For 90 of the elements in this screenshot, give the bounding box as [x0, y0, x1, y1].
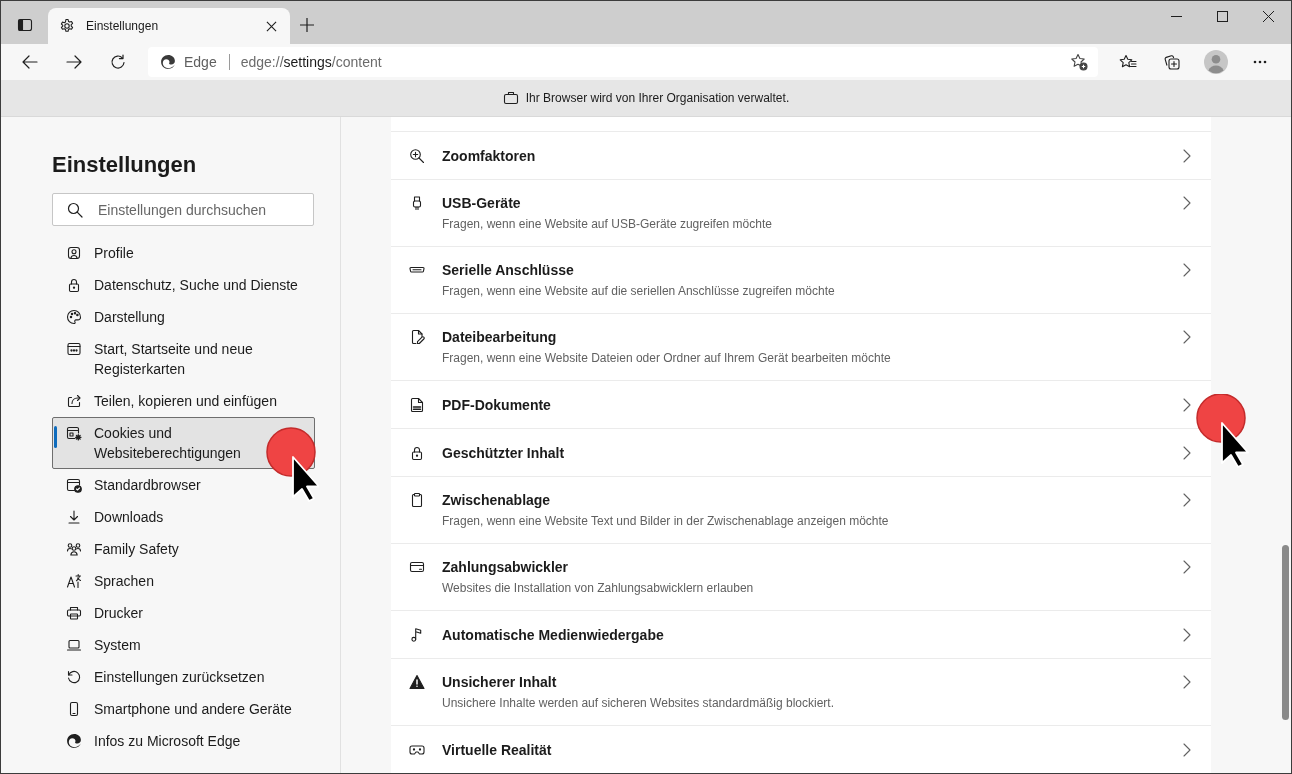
setting-title[interactable]: Dateibearbeitung: [442, 327, 1183, 347]
sidebar-item[interactable]: Einstellungen zurücksetzen: [52, 661, 315, 693]
sidebar-item[interactable]: Infos zu Microsoft Edge: [52, 725, 315, 757]
warning-icon: [409, 674, 425, 690]
star-plus-icon[interactable]: [1070, 53, 1088, 71]
refresh-icon: [110, 54, 126, 70]
edge-logo-icon: [66, 733, 82, 749]
vr-headset-icon: [409, 742, 425, 758]
setting-title[interactable]: USB-Geräte: [442, 193, 1183, 213]
close-tab-icon[interactable]: [266, 20, 277, 32]
maximize-icon: [1216, 11, 1228, 22]
chevron-right-icon[interactable]: [1183, 560, 1191, 574]
sidebar-item[interactable]: Profile: [52, 237, 315, 269]
setting-title[interactable]: Zoomfaktoren: [442, 146, 1183, 166]
more-icon: [1253, 60, 1267, 64]
setting-description: Websites die Installation von Zahlungsabwicklern erlauben: [442, 580, 755, 597]
sidebar-item[interactable]: Datenschutz, Suche und Dienste: [52, 269, 315, 301]
profile-icon: [66, 245, 82, 261]
credit-card-icon: [409, 559, 425, 575]
collections-icon: [1163, 53, 1181, 71]
search-field[interactable]: Einstellungen durchsuchen: [52, 193, 314, 226]
setting-title[interactable]: Serielle Anschlüsse: [442, 260, 1183, 280]
settings-icon: [59, 18, 75, 34]
chevron-right-icon[interactable]: [1183, 196, 1191, 210]
selection-indicator: [54, 426, 57, 448]
window-check-icon: [66, 477, 82, 493]
click-cursor-icon: [265, 426, 319, 502]
sidebar-item[interactable]: Family Safety: [52, 533, 315, 565]
setting-title[interactable]: PDF-Dokumente: [442, 395, 1183, 415]
laptop-icon: [66, 637, 82, 653]
setting-description: Unsichere Inhalte werden auf sicheren Websites standardmäßig blockiert.: [442, 695, 835, 712]
setting-description: Fragen, wenn eine Website Dateien oder Ordner auf Ihrem Gerät bearbeiten möchte: [442, 350, 892, 367]
palette-icon: [66, 309, 82, 325]
close-icon: [1262, 11, 1274, 22]
sidebar-item[interactable]: Darstellung: [52, 301, 315, 333]
url-text: edge://settings/content: [240, 54, 383, 70]
chevron-right-icon[interactable]: [1183, 149, 1191, 163]
chevron-right-icon[interactable]: [1183, 493, 1191, 507]
sidebar-item[interactable]: Sprachen: [52, 565, 315, 597]
star-list-icon: [1119, 54, 1137, 70]
back-arrow-icon: [22, 54, 38, 70]
file-edit-icon: [409, 329, 425, 345]
browser-tab[interactable]: Einstellungen: [48, 8, 290, 44]
setting-description: Fragen, wenn eine Website auf USB-Geräte zugreifen möchte: [442, 216, 773, 233]
address-bar[interactable]: Edge edge://settings/content: [148, 47, 1098, 77]
zoom-in-icon: [409, 148, 425, 164]
setting-description: Fragen, wenn eine Website auf die seriellen Anschlüsse zugreifen möchte: [442, 283, 836, 300]
chevron-right-icon[interactable]: [1183, 330, 1191, 344]
window-gear-icon: [66, 425, 82, 441]
chevron-right-icon[interactable]: [1183, 263, 1191, 277]
sidebar-item[interactable]: Start, Startseite und neue Registerkarten: [52, 333, 315, 385]
setting-title[interactable]: Zahlungsabwickler: [442, 557, 1183, 577]
site-label: Edge: [184, 54, 217, 70]
printer-icon: [66, 605, 82, 621]
setting-title[interactable]: Automatische Medienwiedergabe: [442, 625, 1183, 645]
setting-title[interactable]: Virtuelle Realität: [442, 740, 1183, 760]
chevron-right-icon[interactable]: [1183, 446, 1191, 460]
pdf-document-icon: [409, 397, 425, 413]
setting-title[interactable]: Unsicherer Inhalt: [442, 672, 1183, 692]
reset-icon: [66, 669, 82, 685]
chevron-right-icon[interactable]: [1183, 398, 1191, 412]
setting-description: Fragen, wenn eine Website Text und Bilder in der Zwischenablage anzeigen möchte: [442, 513, 890, 530]
setting-title[interactable]: Geschützter Inhalt: [442, 443, 1183, 463]
translate-icon: [66, 573, 82, 589]
chevron-right-icon[interactable]: [1183, 675, 1191, 689]
setting-title[interactable]: Zwischenablage: [442, 490, 1183, 510]
banner-text: Ihr Browser wird von Ihrer Organisation verwaltet.: [525, 91, 790, 105]
vertical-tabs-icon: [17, 17, 33, 33]
chevron-right-icon[interactable]: [1183, 628, 1191, 642]
download-icon: [66, 509, 82, 525]
browser-window-icon: [66, 341, 82, 357]
briefcase-icon: [502, 90, 519, 106]
lock-icon: [66, 277, 82, 293]
plus-icon: [299, 17, 315, 33]
share-icon: [66, 393, 82, 409]
lock-icon: [409, 445, 425, 461]
sidebar-item[interactable]: Smartphone und andere Geräte: [52, 693, 315, 725]
family-icon: [66, 541, 82, 557]
avatar-icon: [1204, 50, 1228, 74]
edge-logo-icon: [160, 54, 176, 70]
sidebar-item[interactable]: System: [52, 629, 315, 661]
chevron-right-icon[interactable]: [1183, 743, 1191, 757]
sidebar-title: Einstellungen: [52, 151, 198, 179]
sidebar-item[interactable]: Downloads: [52, 501, 315, 533]
sidebar-item[interactable]: Teilen, kopieren und einfügen: [52, 385, 315, 417]
sidebar-item[interactable]: Drucker: [52, 597, 315, 629]
forward-arrow-icon: [66, 54, 82, 70]
clipboard-icon: [409, 492, 425, 508]
search-icon: [67, 202, 83, 218]
scrollbar-thumb[interactable]: [1282, 545, 1289, 720]
